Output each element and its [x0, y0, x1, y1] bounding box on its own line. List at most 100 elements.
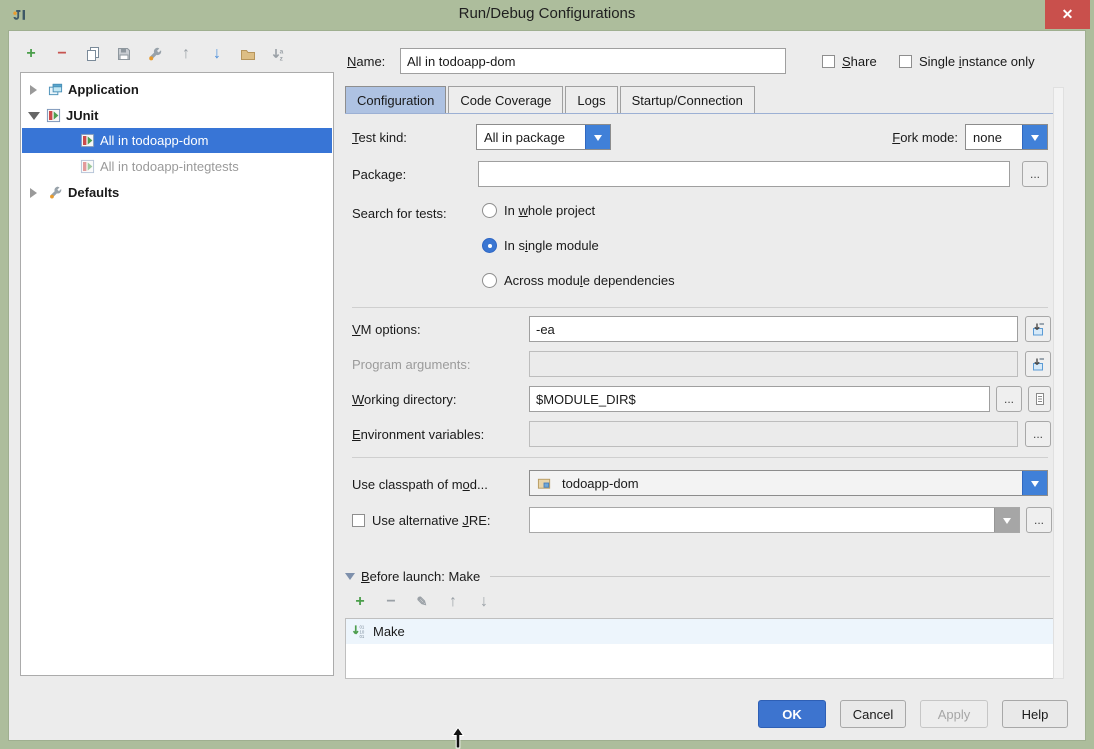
- mouse-cursor: [451, 727, 465, 749]
- tab-startup-connection[interactable]: Startup/Connection: [620, 86, 755, 113]
- combo-arrow-icon[interactable]: [1022, 125, 1047, 149]
- tab-configuration[interactable]: Configuration: [345, 86, 446, 113]
- package-input[interactable]: [478, 161, 1010, 187]
- remove-task-icon[interactable]: −: [382, 593, 400, 611]
- separator: [352, 307, 1048, 308]
- radio-selected-icon[interactable]: [482, 238, 497, 253]
- tree-item-label: Application: [68, 82, 139, 97]
- fork-mode-combobox[interactable]: none: [965, 124, 1048, 150]
- radio-icon[interactable]: [482, 273, 497, 288]
- tree-item-all-in-todoapp-dom[interactable]: All in todoapp-dom: [22, 128, 332, 153]
- before-launch-header[interactable]: Before launch: Make: [345, 568, 1050, 585]
- single-instance-label: Single instance only: [919, 54, 1035, 69]
- test-kind-combobox[interactable]: All in package: [476, 124, 611, 150]
- make-compile-icon: 011001: [352, 624, 367, 639]
- vm-options-input[interactable]: [529, 316, 1018, 342]
- before-launch-title: Before launch: Make: [361, 569, 480, 584]
- configurations-toolbar: + − ↑ ↓ az: [22, 44, 288, 64]
- remove-configuration-icon[interactable]: −: [53, 45, 71, 63]
- radio-label: In single module: [504, 238, 599, 253]
- vm-options-label: VM options:: [352, 322, 421, 337]
- working-directory-browse-button[interactable]: ...: [996, 386, 1022, 412]
- radio-in-whole-project[interactable]: In whole project: [482, 203, 595, 218]
- configurations-tree: Application JUnit All in todoapp-dom All…: [20, 72, 334, 676]
- working-directory-macros-button[interactable]: [1028, 386, 1051, 412]
- tree-item-label: Defaults: [68, 185, 119, 200]
- new-folder-icon[interactable]: [239, 45, 257, 63]
- checkbox-icon[interactable]: [822, 55, 835, 68]
- tab-code-coverage[interactable]: Code Coverage: [448, 86, 563, 113]
- chevron-down-icon[interactable]: [28, 112, 40, 126]
- junit-configuration-icon: [80, 133, 95, 148]
- use-classpath-label: Use classpath of mod...: [352, 477, 488, 492]
- working-directory-input[interactable]: [529, 386, 990, 412]
- module-classpath-combobox[interactable]: todoapp-dom: [529, 470, 1048, 496]
- junit-configuration-icon: [80, 159, 95, 174]
- insert-macro-icon: [1030, 356, 1046, 372]
- alternative-jre-browse-button[interactable]: ...: [1026, 507, 1052, 533]
- name-input[interactable]: [400, 48, 786, 74]
- add-task-icon[interactable]: +: [351, 593, 369, 611]
- checkbox-icon[interactable]: [352, 514, 365, 527]
- combo-arrow-icon[interactable]: [994, 508, 1019, 532]
- help-button[interactable]: Help: [1002, 700, 1068, 728]
- ok-button[interactable]: OK: [758, 700, 826, 728]
- fork-mode-value: none: [966, 125, 1022, 149]
- single-instance-checkbox[interactable]: Single instance only: [899, 54, 1035, 69]
- edit-defaults-icon[interactable]: [146, 45, 164, 63]
- share-label: Share: [842, 54, 877, 69]
- insert-macro-icon: [1030, 321, 1046, 337]
- separator: [490, 576, 1050, 577]
- environment-variables-input[interactable]: [529, 421, 1018, 447]
- combo-arrow-icon[interactable]: [1022, 471, 1047, 495]
- scrollbar[interactable]: [1053, 87, 1064, 679]
- combo-arrow-icon[interactable]: [585, 125, 610, 149]
- ellipsis-icon: ...: [1030, 167, 1040, 181]
- share-checkbox[interactable]: Share: [822, 54, 877, 69]
- tree-item-defaults[interactable]: Defaults: [22, 180, 332, 205]
- close-button[interactable]: ✕: [1045, 0, 1090, 29]
- radio-in-single-module[interactable]: In single module: [482, 238, 599, 253]
- svg-text:z: z: [280, 55, 284, 62]
- working-directory-label: Working directory:: [352, 392, 457, 407]
- test-kind-value: All in package: [477, 125, 585, 149]
- edit-task-icon[interactable]: ✎: [413, 593, 431, 611]
- copy-configuration-icon[interactable]: [84, 45, 102, 63]
- chevron-right-icon[interactable]: [30, 188, 42, 198]
- tree-item-all-in-todoapp-integtests[interactable]: All in todoapp-integtests: [22, 154, 332, 179]
- vm-options-expand-button[interactable]: [1025, 316, 1051, 342]
- checkbox-icon[interactable]: [899, 55, 912, 68]
- radio-across-module-dependencies[interactable]: Across module dependencies: [482, 273, 675, 288]
- alternative-jre-combobox[interactable]: [529, 507, 1020, 533]
- move-task-down-icon[interactable]: ↓: [475, 593, 493, 611]
- tree-item-application[interactable]: Application: [22, 77, 332, 102]
- tab-logs[interactable]: Logs: [565, 86, 617, 113]
- package-browse-button[interactable]: ...: [1022, 161, 1048, 187]
- use-alternative-jre-label: Use alternative JRE:: [372, 513, 491, 528]
- settings-tabs: Configuration Code Coverage Logs Startup…: [345, 86, 1056, 114]
- task-item-make[interactable]: 011001 Make: [346, 619, 1057, 644]
- program-arguments-expand-button[interactable]: [1025, 351, 1051, 377]
- run-debug-configurations-dialog: Run/Debug Configurations ✕ + − ↑ ↓ az: [0, 0, 1094, 749]
- ellipsis-icon: ...: [1033, 427, 1043, 441]
- variables-list-icon: [1032, 391, 1048, 407]
- environment-variables-browse-button[interactable]: ...: [1025, 421, 1051, 447]
- save-configuration-icon[interactable]: [115, 45, 133, 63]
- alternative-jre-value: [530, 508, 994, 532]
- add-configuration-icon[interactable]: +: [22, 45, 40, 63]
- module-classpath-value: todoapp-dom: [562, 476, 639, 491]
- move-task-up-icon[interactable]: ↑: [444, 593, 462, 611]
- use-alternative-jre-checkbox[interactable]: Use alternative JRE:: [352, 513, 491, 528]
- radio-icon[interactable]: [482, 203, 497, 218]
- test-kind-label: Test kind:: [352, 130, 407, 145]
- sort-alphabetically-icon[interactable]: az: [270, 45, 288, 63]
- tree-item-label: All in todoapp-dom: [100, 133, 208, 148]
- chevron-right-icon[interactable]: [30, 85, 42, 95]
- collapse-triangle-icon[interactable]: [345, 573, 355, 585]
- application-type-icon: [48, 82, 63, 97]
- window-title: Run/Debug Configurations: [0, 5, 1094, 22]
- move-down-icon[interactable]: ↓: [208, 45, 226, 63]
- move-up-icon[interactable]: ↑: [177, 45, 195, 63]
- tree-item-junit[interactable]: JUnit: [22, 103, 332, 128]
- cancel-button[interactable]: Cancel: [840, 700, 906, 728]
